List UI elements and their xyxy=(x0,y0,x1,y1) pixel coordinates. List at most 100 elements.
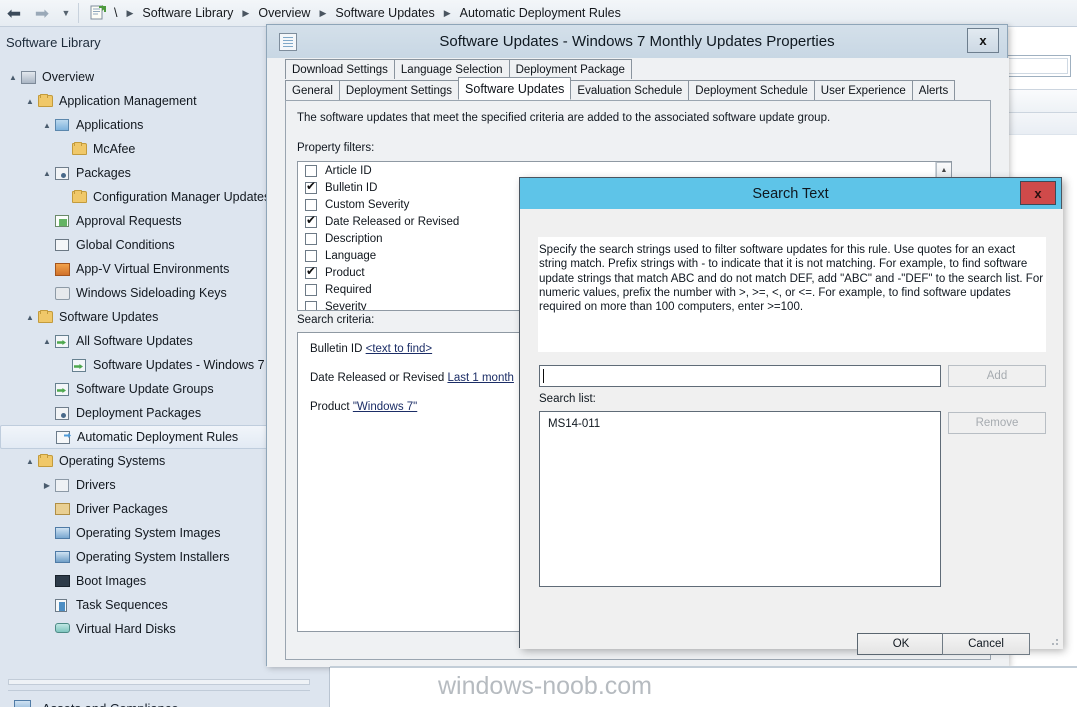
scroll-up-icon[interactable]: ▲ xyxy=(936,162,951,178)
search-list-label: Search list: xyxy=(539,393,596,405)
tree-item-label: Driver Packages xyxy=(76,502,168,516)
text-caret xyxy=(543,369,544,383)
tree-item-operating-systems[interactable]: ▲ Operating Systems xyxy=(0,449,278,473)
search-criteria-name: Date Released or Revised xyxy=(310,372,445,384)
properties-dialog-close-button[interactable]: x xyxy=(967,28,999,53)
breadcrumb-root[interactable]: \ xyxy=(111,6,120,20)
tree-item-approval-requests[interactable]: Approval Requests xyxy=(0,209,278,233)
navigation-tree: ▲ Overview ▲ Application Management ▲ Applica… xyxy=(0,65,278,667)
tab-deployment-settings[interactable]: Deployment Settings xyxy=(338,80,460,100)
tree-item-virtual-hard-disks[interactable]: Virtual Hard Disks xyxy=(0,617,278,641)
tree-item-software-updates-windows-7-mont[interactable]: Software Updates - Windows 7 Mont xyxy=(0,353,278,377)
forward-arrow-icon[interactable]: ➡ xyxy=(28,0,56,26)
breadcrumb-software-library[interactable]: Software Library xyxy=(139,6,236,20)
checkbox-article-id[interactable] xyxy=(305,164,317,177)
tree-item-drivers[interactable]: ▶ Drivers xyxy=(0,473,278,497)
folder-icon xyxy=(71,141,89,157)
breadcrumb-software-updates[interactable]: Software Updates xyxy=(332,6,437,20)
tree-item-mcafee[interactable]: McAfee xyxy=(0,137,278,161)
tree-item-applications[interactable]: ▲ Applications xyxy=(0,113,278,137)
search-list-item[interactable]: MS14-011 xyxy=(548,418,940,430)
tab-language-selection[interactable]: Language Selection xyxy=(393,59,510,79)
search-criteria-value-link[interactable]: Last 1 month xyxy=(447,372,513,384)
search-criteria-value-link[interactable]: "Windows 7" xyxy=(353,401,417,413)
tree-item-boot-images[interactable]: Boot Images xyxy=(0,569,278,593)
properties-dialog-titlebar[interactable]: Software Updates - Windows 7 Monthly Upd… xyxy=(267,25,1007,58)
assets-compliance-icon xyxy=(14,700,32,707)
tab-deployment-package[interactable]: Deployment Package xyxy=(508,59,632,79)
resize-grip-icon[interactable] xyxy=(1048,635,1060,647)
tree-item-label: Configuration Manager Updates xyxy=(93,190,271,204)
chevron-down-icon[interactable]: ▼ xyxy=(56,0,76,26)
driver-packages-icon xyxy=(54,501,72,517)
task-sequences-icon xyxy=(54,597,72,613)
expander-expanded-icon[interactable]: ▲ xyxy=(40,169,54,178)
tree-item-configuration-manager-updates[interactable]: Configuration Manager Updates xyxy=(0,185,278,209)
expander-expanded-icon[interactable]: ▲ xyxy=(6,73,20,82)
workspace-assets-and-compliance[interactable]: Assets and Compliance xyxy=(0,692,330,707)
back-arrow-icon[interactable]: ⬅ xyxy=(0,0,28,26)
cancel-button[interactable]: Cancel xyxy=(942,633,1030,655)
ok-button[interactable]: OK xyxy=(857,633,945,655)
tree-item-label: Automatic Deployment Rules xyxy=(77,430,239,444)
tree-item-operating-system-installers[interactable]: Operating System Installers xyxy=(0,545,278,569)
tree-item-driver-packages[interactable]: Driver Packages xyxy=(0,497,278,521)
remove-button[interactable]: Remove xyxy=(948,412,1046,434)
tab-download-settings[interactable]: Download Settings xyxy=(285,59,395,79)
checkbox-required[interactable] xyxy=(305,283,317,296)
tab-software-updates[interactable]: Software Updates xyxy=(458,77,572,100)
property-filter-label: Custom Severity xyxy=(325,198,410,211)
tab-general[interactable]: General xyxy=(285,80,340,100)
properties-dialog-title: Software Updates - Windows 7 Monthly Upd… xyxy=(439,33,835,50)
tree-item-all-software-updates[interactable]: ▲ All Software Updates xyxy=(0,329,278,353)
tab-evaluation-schedule[interactable]: Evaluation Schedule xyxy=(570,80,690,100)
search-text-instructions: Specify the search strings used to filte… xyxy=(538,237,1046,352)
expander-expanded-icon[interactable]: ▲ xyxy=(40,337,54,346)
tree-item-global-conditions[interactable]: Global Conditions xyxy=(0,233,278,257)
expander-expanded-icon[interactable]: ▲ xyxy=(23,97,37,106)
tree-item-windows-sideloading-keys[interactable]: Windows Sideloading Keys xyxy=(0,281,278,305)
checkbox-custom-severity[interactable] xyxy=(305,198,317,211)
breadcrumb-automatic-deployment-rules[interactable]: Automatic Deployment Rules xyxy=(457,6,624,20)
search-text-titlebar[interactable]: Search Text x xyxy=(520,178,1061,209)
search-criteria-name: Bulletin ID xyxy=(310,343,363,355)
tree-item-software-update-groups[interactable]: Software Update Groups xyxy=(0,377,278,401)
tree-item-application-management[interactable]: ▲ Application Management xyxy=(0,89,278,113)
os-installers-icon xyxy=(54,549,72,565)
tab-alerts[interactable]: Alerts xyxy=(911,80,956,100)
tree-item-label: Approval Requests xyxy=(76,214,182,228)
tree-item-deployment-packages[interactable]: Deployment Packages xyxy=(0,401,278,425)
search-text-close-button[interactable]: x xyxy=(1020,181,1056,205)
add-button[interactable]: Add xyxy=(948,365,1046,387)
search-list-box[interactable]: MS14-011 xyxy=(539,411,941,587)
tree-item-packages[interactable]: ▲ Packages xyxy=(0,161,278,185)
tree-item-label: Operating System Installers xyxy=(76,550,230,564)
expander-collapsed-icon[interactable]: ▶ xyxy=(40,481,54,490)
tree-item-app-v-virtual-environments[interactable]: App-V Virtual Environments xyxy=(0,257,278,281)
checkbox-language[interactable] xyxy=(305,249,317,262)
search-criteria-label: Search criteria: xyxy=(297,314,375,326)
breadcrumb-overview[interactable]: Overview xyxy=(255,6,313,20)
checkbox-severity[interactable] xyxy=(305,300,317,310)
tree-item-software-updates[interactable]: ▲ Software Updates xyxy=(0,305,278,329)
property-filter-label: Language xyxy=(325,249,377,262)
search-criteria-value-link[interactable]: <text to find> xyxy=(366,343,433,355)
expander-expanded-icon[interactable]: ▲ xyxy=(23,457,37,466)
expander-expanded-icon[interactable]: ▲ xyxy=(40,121,54,130)
tree-item-automatic-deployment-rules[interactable]: Automatic Deployment Rules xyxy=(0,425,270,449)
expander-expanded-icon[interactable]: ▲ xyxy=(23,313,37,322)
approval-requests-icon xyxy=(54,213,72,229)
checkbox-bulletin-id[interactable] xyxy=(305,179,317,194)
tree-item-task-sequences[interactable]: Task Sequences xyxy=(0,593,278,617)
checkbox-product[interactable] xyxy=(305,264,317,279)
breadcrumb-toolbar: ⬅ ➡ ▼ \ ▶ Software Library ▶ Overview ▶ … xyxy=(0,0,1077,27)
folder-icon xyxy=(71,189,89,205)
tree-item-operating-system-images[interactable]: Operating System Images xyxy=(0,521,278,545)
tree-item-overview[interactable]: ▲ Overview xyxy=(0,65,278,89)
navigation-horizontal-scrollbar[interactable] xyxy=(8,679,310,685)
checkbox-description[interactable] xyxy=(305,232,317,245)
checkbox-date-released-or-revised[interactable] xyxy=(305,213,317,228)
search-string-input[interactable] xyxy=(539,365,941,387)
tab-user-experience[interactable]: User Experience xyxy=(813,80,913,100)
tab-deployment-schedule[interactable]: Deployment Schedule xyxy=(688,80,815,100)
